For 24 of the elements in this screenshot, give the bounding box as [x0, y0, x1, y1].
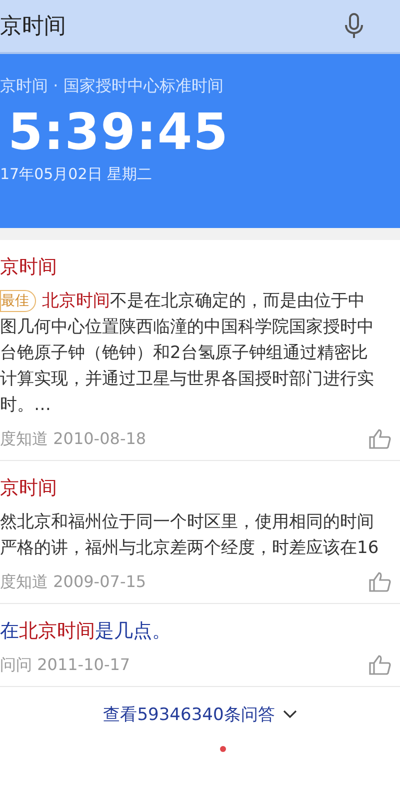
- result-title[interactable]: 京时间: [0, 475, 400, 501]
- answer-text: 然北京和福州位于同一个时区里，使用相同的时间: [0, 511, 375, 534]
- answer-text: 台铯原子钟（铯钟）和2台氢原子钟组通过精密比: [0, 342, 369, 365]
- source-date: 度知道 2009-07-15: [0, 572, 146, 592]
- chevron-down-icon[interactable]: [282, 710, 297, 719]
- answer-text: 图几何中心位置陕西临潼的中国科学院国家授时中: [0, 316, 375, 339]
- thumbs-up-icon[interactable]: [368, 428, 392, 450]
- clock-time: 5:39:45: [7, 103, 230, 161]
- answer-text: 计算实现，并通过卫星与世界各国授时部门进行实: [0, 368, 375, 391]
- answer-text: 时。…: [0, 394, 52, 417]
- answer-text: 最佳 北京时间不是在北京确定的，而是由位于中: [0, 289, 366, 314]
- microphone-icon[interactable]: [344, 12, 364, 40]
- time-source: 京时间 · 国家授时中心标准时间: [0, 76, 224, 97]
- thumbs-up-icon[interactable]: [368, 571, 392, 593]
- more-answers-link[interactable]: 查看59346340条问答: [103, 703, 275, 726]
- result-title[interactable]: 在北京时间是几点。: [0, 618, 400, 644]
- thumbs-up-icon[interactable]: [368, 654, 392, 676]
- best-badge: 最佳: [0, 290, 36, 312]
- result-title[interactable]: 京时间: [0, 254, 400, 280]
- source-date: 度知道 2010-08-18: [0, 428, 146, 450]
- answer-text: 严格的讲，福州与北京差两个经度，时差应该在16: [0, 537, 380, 560]
- date-text: 17年05月02日 星期二: [0, 165, 154, 184]
- page-indicator-dot: [220, 746, 226, 752]
- source-date: 问问 2011-10-17: [0, 654, 130, 676]
